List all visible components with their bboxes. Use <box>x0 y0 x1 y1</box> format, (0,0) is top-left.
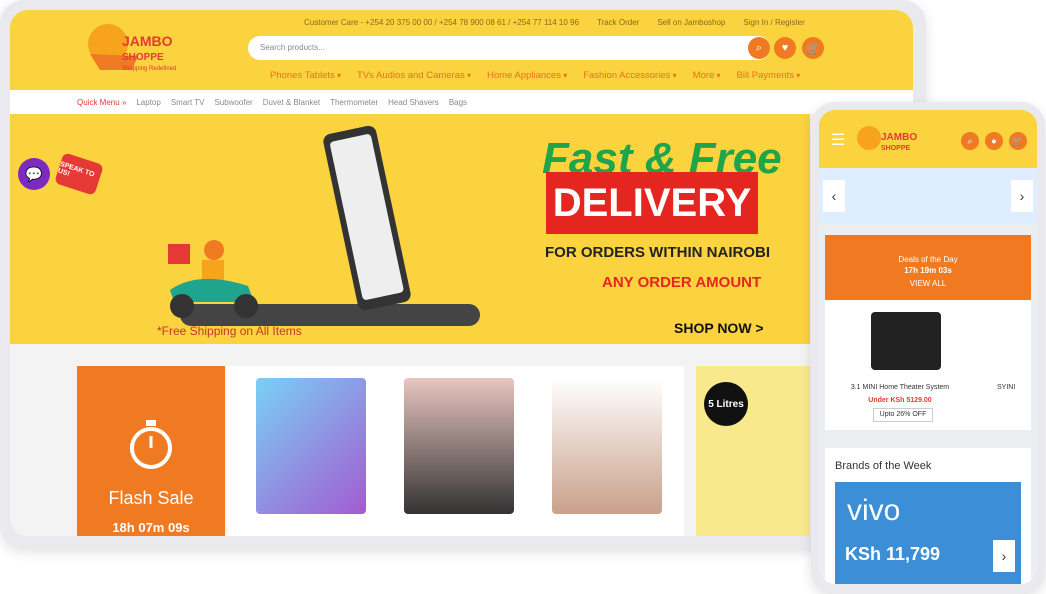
logo-shoppe: SHOPPE <box>122 52 164 63</box>
stopwatch-icon <box>130 420 172 469</box>
quick-laptop[interactable]: Laptop <box>136 98 160 107</box>
vivo-banner[interactable]: vivo KSh 11,799 › <box>835 482 1021 584</box>
hero-title-2: DELIVERY <box>546 172 758 234</box>
quick-shavers[interactable]: Head Shavers <box>388 98 439 107</box>
shop-now-button[interactable]: SHOP NOW > <box>674 320 764 336</box>
product-name: 3.1 MINI Home Theater System <box>850 384 950 391</box>
content-area: Flash Sale 18h 07m 09s 5 Litres <box>10 344 913 536</box>
flash-sale-title: Flash Sale <box>108 488 194 508</box>
next-product-name[interactable]: SYINI <box>997 384 1015 391</box>
quick-menu-label[interactable]: Quick Menu » <box>77 98 126 107</box>
quick-menu: Quick Menu » Laptop Smart TV Subwoofer D… <box>10 90 913 114</box>
phone-illustration <box>321 124 413 312</box>
banner-prev-icon[interactable]: ‹ <box>823 180 845 212</box>
header: JAMBO SHOPPE Shopping Redefined Customer… <box>10 10 913 90</box>
scooter-icon <box>168 240 258 318</box>
customer-care-link[interactable]: Customer Care - +254 20 375 00 00 / +254… <box>304 18 579 27</box>
brands-of-week: Brands of the Week vivo KSh 11,799 › <box>825 448 1031 584</box>
mobile-logo[interactable]: JAMBO SHOPPE <box>853 120 931 162</box>
nav-phones[interactable]: Phones Tablets <box>270 70 341 81</box>
nav-more[interactable]: More <box>693 70 721 81</box>
mobile-header: ☰ JAMBO SHOPPE ⌕ ● 🛒 <box>819 110 1037 168</box>
oil-badge: 5 Litres <box>704 382 748 426</box>
signin-link[interactable]: Sign In / Register <box>743 18 804 27</box>
nav-appliances[interactable]: Home Appliances <box>487 70 567 81</box>
site-logo[interactable]: JAMBO SHOPPE Shopping Redefined <box>80 16 196 82</box>
deals-title: Deals of the Day <box>898 255 958 264</box>
deal-product-card[interactable]: 3.1 MINI Home Theater System Under KSh 5… <box>825 300 1031 430</box>
desktop-frame: JAMBO SHOPPE Shopping Redefined Customer… <box>0 0 926 548</box>
hero-subtitle: FOR ORDERS WITHIN NAIROBI <box>545 244 770 261</box>
home-theater-image <box>871 312 941 370</box>
product-price: Under KSh 5129.00 <box>868 397 932 404</box>
quick-subwoofer[interactable]: Subwoofer <box>214 98 252 107</box>
quick-duvet[interactable]: Duvet & Blanket <box>263 98 320 107</box>
product-yoga-mats[interactable] <box>256 378 366 514</box>
top-links: Customer Care - +254 20 375 00 00 / +254… <box>304 18 805 27</box>
quick-smarttv[interactable]: Smart TV <box>171 98 205 107</box>
heart-icon[interactable]: ♥ <box>774 37 796 59</box>
vivo-logo: vivo <box>847 494 901 527</box>
mobile-screen: ☰ JAMBO SHOPPE ⌕ ● 🛒 ‹ › Deals of the Da… <box>819 110 1037 584</box>
flash-sale-timer: 18h 07m 09s <box>112 520 190 535</box>
product-waist-trainer[interactable] <box>404 378 514 514</box>
flash-products <box>226 366 684 536</box>
track-order-link[interactable]: Track Order <box>597 18 639 27</box>
logo-tagline: Shopping Redefined <box>122 66 176 72</box>
cart-icon[interactable]: 🛒 <box>802 37 824 59</box>
deals-timer: 17h 19m 03s <box>904 266 952 275</box>
quick-thermometer[interactable]: Thermometer <box>330 98 378 107</box>
product-discount: Upto 26% OFF <box>873 408 933 422</box>
mobile-logo-jambo: JAMBO <box>881 132 917 143</box>
nav-fashion[interactable]: Fashion Accessories <box>583 70 676 81</box>
deals-view-all[interactable]: VIEW ALL <box>825 279 1031 288</box>
deals-of-day[interactable]: Deals of the Day 17h 19m 03s VIEW ALL <box>825 235 1031 300</box>
hamburger-icon[interactable]: ☰ <box>831 130 845 150</box>
chat-icon[interactable]: 💬 <box>18 158 50 190</box>
search-icon[interactable]: ⌕ <box>748 37 770 59</box>
mobile-logo-shoppe: SHOPPE <box>881 145 911 152</box>
banner-next-icon[interactable]: › <box>1011 180 1033 212</box>
mobile-banner[interactable]: ‹ › <box>819 168 1037 224</box>
nav-bills[interactable]: Bill Payments <box>737 70 801 81</box>
vivo-price: KSh 11,799 <box>845 544 941 564</box>
nav-tvs[interactable]: TVs Audios and Cameras <box>357 70 471 81</box>
product-cooking-oil[interactable]: 5 Litres <box>696 366 810 536</box>
mobile-user-icon[interactable]: ● <box>985 132 1003 150</box>
search-input[interactable]: Search products... <box>248 36 770 60</box>
sell-link[interactable]: Sell on Jamboshop <box>657 18 725 27</box>
hero-banner[interactable]: Fast & Free DELIVERY FOR ORDERS WITHIN N… <box>10 114 810 344</box>
flash-sale-card[interactable]: Flash Sale 18h 07m 09s <box>77 366 225 536</box>
mobile-cart-icon[interactable]: 🛒 <box>1009 132 1027 150</box>
vivo-next-icon[interactable]: › <box>993 540 1015 572</box>
mobile-frame: ☰ JAMBO SHOPPE ⌕ ● 🛒 ‹ › Deals of the Da… <box>811 102 1045 594</box>
desktop-screen: JAMBO SHOPPE Shopping Redefined Customer… <box>10 10 913 536</box>
category-nav: Phones Tablets TVs Audios and Cameras Ho… <box>270 70 800 81</box>
quick-bags[interactable]: Bags <box>449 98 467 107</box>
product-teeth-whitening[interactable] <box>552 378 662 514</box>
hero-subtitle-2: ANY ORDER AMOUNT <box>602 274 762 291</box>
free-shipping-note: *Free Shipping on All Items <box>157 324 302 338</box>
mobile-search-icon[interactable]: ⌕ <box>961 132 979 150</box>
logo-jambo: JAMBO <box>122 33 173 49</box>
brands-title: Brands of the Week <box>835 460 932 472</box>
